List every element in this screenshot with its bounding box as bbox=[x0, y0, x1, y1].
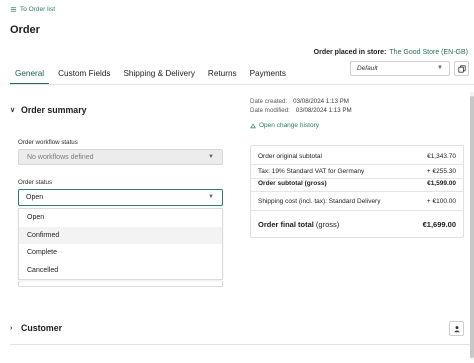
tab-returns[interactable]: Returns bbox=[208, 66, 237, 85]
date-modified-value: 03/08/2024 1:13 PM bbox=[295, 107, 352, 114]
order-status-select[interactable]: Open ▼ bbox=[18, 189, 223, 206]
customer-divider bbox=[10, 344, 474, 345]
order-status-dropdown: Open Confirmed Complete Cancelled bbox=[18, 208, 223, 280]
date-modified: Date modified: 03/08/2024 1:13 PM bbox=[250, 107, 352, 114]
page-title: Order bbox=[10, 24, 40, 36]
original-subtotal-row: Order original subtotal €1,343.70 bbox=[258, 153, 456, 160]
workflow-status-select: No workflows defined ▼ bbox=[18, 149, 223, 165]
workflow-status-label: Order workflow status bbox=[18, 139, 78, 146]
final-total-label-group: Order final total (gross) bbox=[258, 220, 339, 229]
date-created-label: Date created: bbox=[250, 98, 288, 105]
workflow-status-value: No workflows defined bbox=[27, 154, 94, 161]
totals-divider bbox=[251, 210, 463, 211]
chevron-right-icon: › bbox=[10, 324, 13, 332]
order-status-label: Order status bbox=[18, 179, 53, 186]
final-total-value: €1,699.00 bbox=[422, 220, 456, 229]
final-total-suffix: (gross) bbox=[313, 220, 340, 229]
history-icon bbox=[250, 122, 256, 128]
tab-general[interactable]: General bbox=[10, 66, 50, 85]
language-select-value: Default bbox=[357, 65, 378, 72]
tab-custom-fields[interactable]: Custom Fields bbox=[58, 66, 110, 85]
history-link-label: Open change history bbox=[259, 122, 319, 129]
order-status-value: Open bbox=[26, 194, 44, 201]
order-status-option-confirmed[interactable]: Confirmed bbox=[19, 226, 222, 244]
order-status-option-complete[interactable]: Complete bbox=[19, 244, 222, 262]
store-info: Order placed in store: The Good Store (EN… bbox=[314, 49, 468, 56]
open-change-history-link[interactable]: Open change history bbox=[250, 122, 319, 129]
tax-label: Tax: 19% Standard VAT for Germany bbox=[258, 168, 365, 175]
customer-heading: Customer bbox=[21, 323, 63, 333]
tax-row: Tax: 19% Standard VAT for Germany + €255… bbox=[258, 168, 456, 175]
original-subtotal-label: Order original subtotal bbox=[258, 153, 322, 160]
tab-payments[interactable]: Payments bbox=[250, 66, 286, 85]
date-created-value: 03/08/2024 1:13 PM bbox=[293, 98, 349, 105]
hidden-field-edge bbox=[18, 281, 223, 287]
date-modified-label: Date modified: bbox=[250, 107, 290, 114]
subtotal-row: Order subtotal (gross) €1,599.00 bbox=[258, 180, 456, 187]
store-value: The Good Store (EN-GB) bbox=[389, 49, 468, 56]
tabs-divider bbox=[10, 84, 474, 85]
customer-action-button[interactable] bbox=[449, 321, 464, 336]
store-label: Order placed in store: bbox=[313, 49, 387, 56]
chevron-down-icon: ▼ bbox=[437, 65, 443, 71]
customer-toggle[interactable]: › Customer bbox=[10, 323, 62, 333]
date-created: Date created: 03/08/2024 1:13 PM bbox=[250, 98, 349, 105]
scrollbar-thumb[interactable] bbox=[470, 96, 474, 358]
final-total-label: Order final total bbox=[258, 220, 314, 229]
back-link-label: To Order list bbox=[20, 6, 56, 13]
chevron-down-icon: ▼ bbox=[208, 154, 214, 160]
order-summary-toggle[interactable]: ∨ Order summary bbox=[10, 105, 87, 115]
totals-divider bbox=[251, 191, 463, 192]
order-status-option-cancelled[interactable]: Cancelled bbox=[19, 262, 222, 280]
subtotal-label: Order subtotal (gross) bbox=[258, 180, 327, 187]
chevron-down-icon: ▼ bbox=[208, 194, 214, 200]
tab-shipping-delivery[interactable]: Shipping & Delivery bbox=[123, 66, 194, 85]
copy-icon bbox=[457, 64, 466, 73]
tax-value: + €255.30 bbox=[426, 168, 456, 175]
shipping-row: Shipping cost (incl. tax): Standard Deli… bbox=[258, 198, 456, 205]
totals-divider bbox=[251, 178, 463, 179]
order-totals-panel: Order original subtotal €1,343.70 Tax: 1… bbox=[250, 145, 464, 238]
list-icon bbox=[10, 7, 17, 12]
original-subtotal-value: €1,343.70 bbox=[427, 153, 456, 160]
order-status-option-open[interactable]: Open bbox=[19, 209, 222, 227]
shipping-label: Shipping cost (incl. tax): Standard Deli… bbox=[258, 198, 381, 205]
shipping-value: + €100.00 bbox=[426, 198, 456, 205]
back-to-order-list-link[interactable]: To Order list bbox=[10, 6, 55, 13]
language-select[interactable]: Default ▼ bbox=[350, 61, 450, 76]
chevron-down-icon: ∨ bbox=[10, 107, 16, 114]
totals-divider bbox=[251, 164, 463, 165]
order-summary-heading: Order summary bbox=[21, 105, 87, 115]
final-total-row: Order final total (gross) €1,699.00 bbox=[258, 220, 456, 229]
tab-bar: General Custom Fields Shipping & Deliver… bbox=[10, 66, 299, 85]
copy-button[interactable] bbox=[454, 61, 469, 76]
user-icon bbox=[453, 325, 460, 332]
subtotal-value: €1,599.00 bbox=[427, 180, 456, 187]
